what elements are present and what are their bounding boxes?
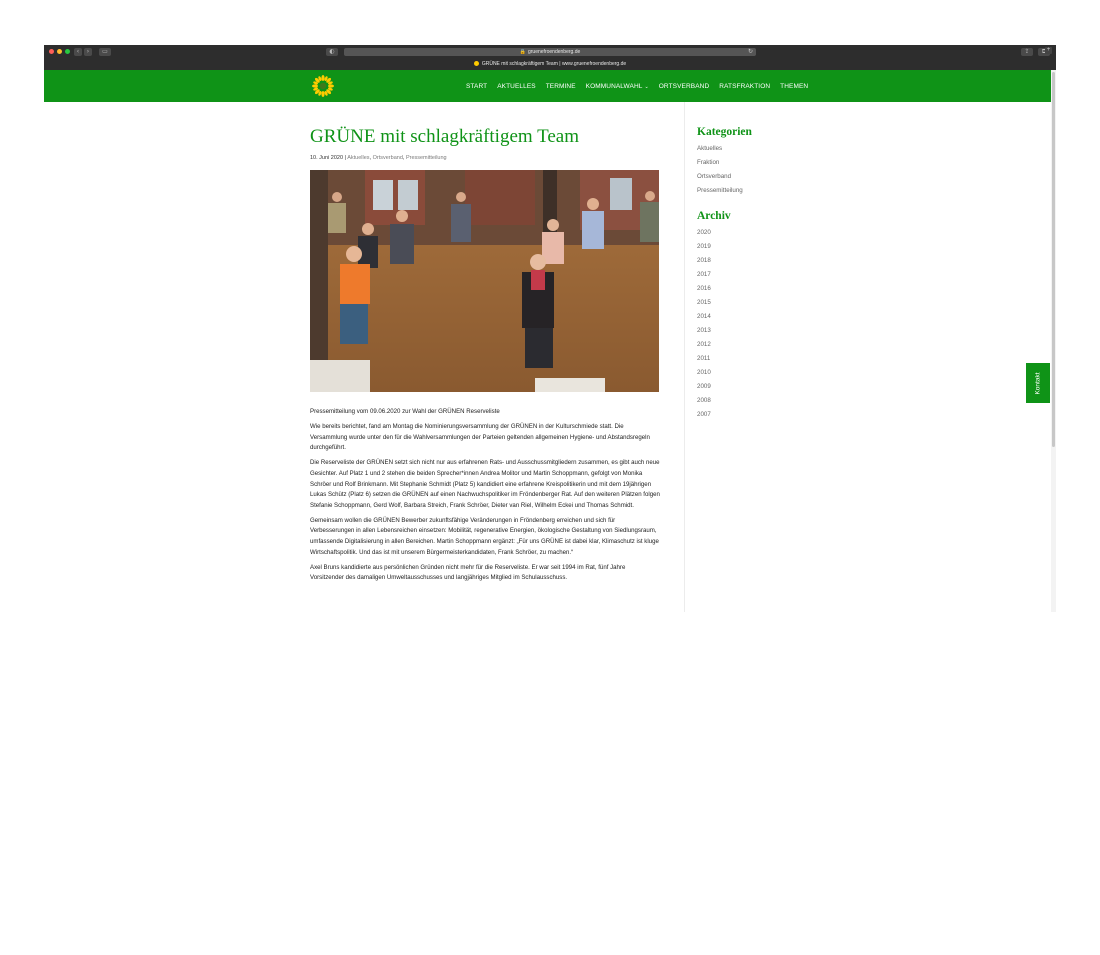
nav-item-termine[interactable]: TERMINE bbox=[546, 83, 576, 90]
reload-icon[interactable]: ↻ bbox=[748, 48, 753, 56]
tab-title: GRÜNE mit schlagkräftigem Team | www.gru… bbox=[481, 61, 627, 67]
close-window-button[interactable] bbox=[49, 49, 54, 54]
nav-item-themen[interactable]: THEMEN bbox=[780, 83, 808, 90]
post-hero-image bbox=[310, 170, 659, 392]
categories-title: Kategorien bbox=[697, 126, 752, 138]
archive-list: 2020 2019 2018 2017 2016 2015 2014 2013 … bbox=[697, 226, 897, 422]
sunflower-logo-icon[interactable] bbox=[312, 75, 334, 97]
main-nav: START AKTUELLES TERMINE KOMMUNALWAHL ⌄ OR… bbox=[466, 70, 808, 102]
nav-item-start[interactable]: START bbox=[466, 83, 487, 90]
sidebar-divider bbox=[684, 102, 685, 612]
category-link-ortsverband[interactable]: Ortsverband bbox=[697, 170, 897, 184]
post-date: 10. Juni 2020 bbox=[310, 155, 344, 161]
post-paragraph: Axel Bruns kandidierte aus persönlichen … bbox=[310, 563, 626, 582]
scrollbar-thumb[interactable] bbox=[1052, 72, 1055, 447]
categories-list: Aktuelles Fraktion Ortsverband Pressemit… bbox=[697, 142, 897, 198]
archive-link[interactable]: 2013 bbox=[697, 324, 897, 338]
sidebar: Kategorien Aktuelles Fraktion Ortsverban… bbox=[697, 102, 897, 422]
privacy-icon[interactable]: ◐ bbox=[326, 48, 338, 56]
back-button[interactable]: ‹ bbox=[74, 48, 82, 56]
category-link-aktuelles[interactable]: Aktuelles bbox=[347, 155, 369, 161]
post-content: GRÜNE mit schlagkräftigem Team 10. Juni … bbox=[310, 102, 660, 612]
address-bar[interactable]: 🔒 gruenefroendenberg.de ↻ bbox=[344, 48, 756, 56]
favicon-icon bbox=[473, 61, 479, 67]
category-link-pressemitteilung[interactable]: Pressemitteilung bbox=[697, 184, 897, 198]
post-body: Pressemitteilung vom 09.06.2020 zur Wahl… bbox=[310, 407, 660, 584]
archive-link[interactable]: 2019 bbox=[697, 240, 897, 254]
post-title: GRÜNE mit schlagkräftigem Team bbox=[310, 126, 580, 147]
url-text: gruenefroendenberg.de bbox=[527, 49, 581, 55]
lock-icon: 🔒 bbox=[519, 49, 526, 55]
archive-link[interactable]: 2018 bbox=[697, 254, 897, 268]
nav-item-ratsfraktion[interactable]: RATSFRAKTION bbox=[719, 83, 770, 90]
archive-link[interactable]: 2017 bbox=[697, 268, 897, 282]
archive-link[interactable]: 2020 bbox=[697, 226, 897, 240]
nav-item-aktuelles[interactable]: AKTUELLES bbox=[497, 83, 535, 90]
archive-link[interactable]: 2009 bbox=[697, 380, 897, 394]
nav-item-ortsverband[interactable]: ORTSVERBAND bbox=[659, 83, 709, 90]
chevron-down-icon: ⌄ bbox=[644, 83, 649, 90]
share-icon[interactable]: ⇪ bbox=[1021, 48, 1033, 56]
sidebar-toggle-icon[interactable]: ▭ bbox=[99, 48, 111, 56]
archive-link[interactable]: 2016 bbox=[697, 282, 897, 296]
minimize-window-button[interactable] bbox=[57, 49, 62, 54]
archive-link[interactable]: 2007 bbox=[697, 408, 897, 422]
nav-item-kommunalwahl[interactable]: KOMMUNALWAHL ⌄ bbox=[586, 83, 649, 90]
new-tab-button[interactable]: + bbox=[1045, 47, 1052, 54]
archive-title: Archiv bbox=[697, 210, 731, 222]
post-paragraph: Gemeinsam wollen die GRÜNEN Bewerber zuk… bbox=[310, 516, 659, 556]
archive-link[interactable]: 2008 bbox=[697, 394, 897, 408]
forward-button[interactable]: › bbox=[84, 48, 92, 56]
post-paragraph: Die Reserveliste der GRÜNEN setzt sich n… bbox=[310, 459, 660, 509]
archive-link[interactable]: 2014 bbox=[697, 310, 897, 324]
kontakt-button[interactable]: Kontakt bbox=[1026, 363, 1050, 403]
browser-toolbar: ‹ › ▭ ◐ 🔒 gruenefroendenberg.de ↻ ⇪ ⧉ GRÜ… bbox=[44, 45, 1056, 70]
page-scrollbar[interactable] bbox=[1051, 70, 1056, 612]
archive-link[interactable]: 2010 bbox=[697, 366, 897, 380]
category-link-aktuelles[interactable]: Aktuelles bbox=[697, 142, 897, 156]
category-link-pressemitteilung[interactable]: Pressemitteilung bbox=[406, 155, 447, 161]
zoom-window-button[interactable] bbox=[65, 49, 70, 54]
post-paragraph: Pressemitteilung vom 09.06.2020 zur Wahl… bbox=[310, 408, 500, 415]
browser-window: ‹ › ▭ ◐ 🔒 gruenefroendenberg.de ↻ ⇪ ⧉ GRÜ… bbox=[44, 45, 1056, 612]
archive-link[interactable]: 2015 bbox=[697, 296, 897, 310]
post-meta: 10. Juni 2020 | Aktuelles, Ortsverband, … bbox=[310, 155, 447, 161]
group-photo bbox=[310, 170, 659, 392]
category-link-fraktion[interactable]: Fraktion bbox=[697, 156, 897, 170]
post-paragraph: Wie bereits berichtet, fand am Montag di… bbox=[310, 423, 650, 452]
site-header: START AKTUELLES TERMINE KOMMUNALWAHL ⌄ OR… bbox=[44, 70, 1051, 102]
active-tab[interactable]: GRÜNE mit schlagkräftigem Team | www.gru… bbox=[44, 59, 1056, 70]
window-controls bbox=[49, 49, 70, 54]
category-link-ortsverband[interactable]: Ortsverband bbox=[373, 155, 403, 161]
archive-link[interactable]: 2011 bbox=[697, 352, 897, 366]
archive-link[interactable]: 2012 bbox=[697, 338, 897, 352]
